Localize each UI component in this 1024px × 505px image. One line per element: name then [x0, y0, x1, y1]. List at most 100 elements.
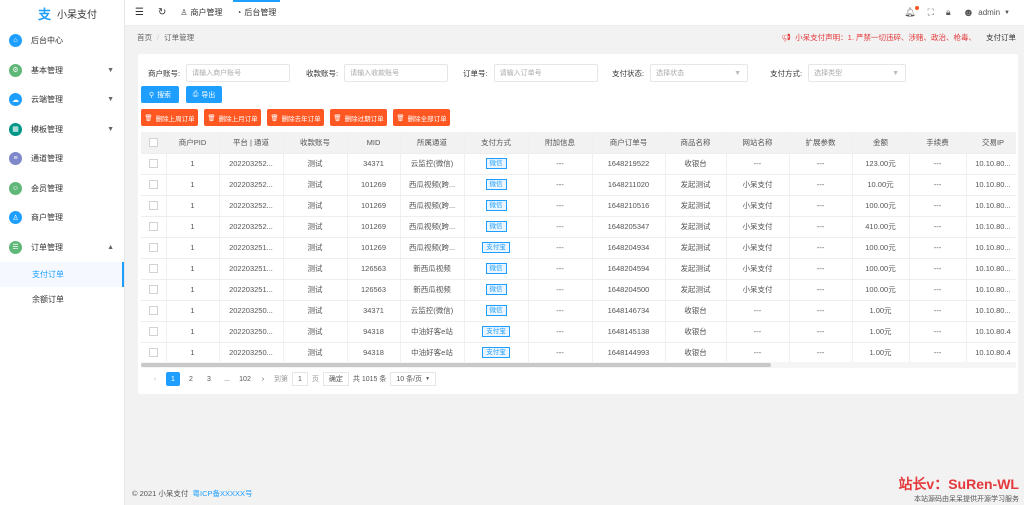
- column-header[interactable]: 支付方式: [464, 132, 529, 154]
- notice-pay-orders-link[interactable]: 支付订单: [986, 32, 1016, 43]
- table-row[interactable]: 1 202203250... 测试 34371 云监控(微信) 微信 --- 16481467…: [141, 300, 1016, 322]
- sidebar-item-template[interactable]: ▦ 模板管理 ▼: [0, 115, 124, 145]
- column-header[interactable]: 附加信息: [528, 132, 593, 154]
- user-menu[interactable]: ☻ admin ▼: [963, 7, 1010, 19]
- page-input[interactable]: 1: [292, 372, 308, 386]
- export-button[interactable]: ⎙ 导出: [186, 86, 222, 103]
- logo-icon: 支: [38, 6, 52, 22]
- page-last[interactable]: 102: [238, 372, 252, 386]
- receive-account-input[interactable]: 请输入收款账号: [344, 64, 449, 82]
- sidebar-item-member[interactable]: ☺ 会员管理: [0, 174, 124, 204]
- sidebar-item-cloud[interactable]: ☁ 云端管理 ▼: [0, 85, 124, 115]
- filter-order-number: 订单号: 请输入订单号: [463, 64, 598, 82]
- row-checkbox[interactable]: [148, 222, 158, 232]
- column-header[interactable]: 商品名称: [665, 132, 727, 154]
- table-row[interactable]: 1 202203251... 测试 101269 西瓜视频(跨... 支付宝 --- 1648…: [141, 237, 1016, 259]
- orders-table-wrapper: 商户PID 平台 | 通道 收款账号 MID 所属通道 支付方式 附加信息 商户订单号 商品名称…: [141, 132, 1016, 362]
- order-number-input[interactable]: 请输入订单号: [493, 64, 598, 82]
- delete-last-year-button[interactable]: 🗑︎ 删除去年订单: [267, 109, 324, 126]
- table-cell: ---: [909, 216, 967, 238]
- sidebar-item-label: 会员管理: [31, 183, 63, 193]
- pay-method-select[interactable]: 选择类型 ▼: [808, 64, 907, 82]
- row-checkbox[interactable]: [148, 285, 158, 295]
- table-row[interactable]: 1 202203252... 测试 101269 西瓜视频(跨... 微信 --- 16482…: [141, 174, 1016, 196]
- merchant-account-input[interactable]: 请输入商户账号: [186, 64, 291, 82]
- next-page-button[interactable]: ›: [256, 372, 270, 386]
- nav-admin-management[interactable]: ◔ 后台管理: [232, 0, 281, 26]
- logo[interactable]: 支 小呆支付: [0, 0, 124, 26]
- table-row[interactable]: 1 202203250... 测试 94318 中油好客e站 支付宝 --- 16481451…: [141, 321, 1016, 343]
- table-row[interactable]: 1 202203252... 测试 101269 西瓜视频(跨... 微信 --- 16482…: [141, 195, 1016, 217]
- table-cell: 西瓜视频(跨...: [400, 237, 465, 259]
- table-cell: ---: [789, 174, 853, 196]
- row-checkbox[interactable]: [148, 327, 158, 337]
- column-header[interactable]: 商户PID: [166, 132, 220, 154]
- icp-link[interactable]: 粤ICP备XXXXX号: [192, 489, 252, 498]
- column-header[interactable]: MID: [347, 132, 401, 154]
- pay-method-tag: 微信: [485, 284, 507, 295]
- column-header[interactable]: 网站名称: [726, 132, 790, 154]
- breadcrumb-home[interactable]: 首页: [137, 32, 152, 43]
- horizontal-scrollbar[interactable]: [141, 362, 1016, 368]
- column-header[interactable]: 平台 | 通道: [219, 132, 284, 154]
- column-header[interactable]: 手续费: [909, 132, 967, 154]
- sidebar-item-settings[interactable]: ⚙ 基本管理 ▼: [0, 56, 124, 86]
- pay-status-select[interactable]: 选择状态 ▼: [650, 64, 749, 82]
- select-all-checkbox[interactable]: [148, 138, 158, 147]
- table-cell: ---: [909, 195, 967, 217]
- table-row[interactable]: 1 202203252... 测试 101269 西瓜视频(跨... 微信 --- 16482…: [141, 216, 1016, 238]
- sidebar-item-home[interactable]: ⌂ 后台中心: [0, 26, 124, 56]
- fullscreen-icon[interactable]: ⛶: [928, 7, 934, 18]
- row-checkbox[interactable]: [148, 201, 158, 211]
- refresh-icon[interactable]: ↻: [158, 7, 166, 18]
- sidebar-item-order[interactable]: ☰ 订单管理 ▲: [0, 233, 124, 263]
- page-2[interactable]: 2: [184, 372, 198, 386]
- menu-toggle-icon[interactable]: ☰: [135, 7, 144, 18]
- column-header[interactable]: 收款账号: [283, 132, 348, 154]
- column-header[interactable]: 金额: [852, 132, 910, 154]
- table-cell: 发起测试: [665, 279, 727, 301]
- table-cell: ---: [528, 195, 593, 217]
- search-button[interactable]: ⚲ 搜索: [141, 86, 179, 103]
- sidebar-item-merchant[interactable]: ♙ 商户管理: [0, 203, 124, 233]
- notification-bell-icon[interactable]: 🔔︎: [904, 6, 920, 18]
- table-row[interactable]: 1 202203252... 测试 34371 云监控(微信) 微信 --- 16482195…: [141, 153, 1016, 175]
- delete-all-button[interactable]: 🗑︎ 删除全部订单: [393, 109, 450, 126]
- table-cell: 1648205347: [592, 216, 666, 238]
- sidebar: 支 小呆支付 ⌂ 后台中心 ⚙ 基本管理 ▼ ☁ 云端管理 ▼ ▦ 模板管理 ▼ ≡ 通道管理 ☺ 会员管理…: [0, 0, 125, 505]
- lock-icon[interactable]: 🔒︎: [946, 7, 951, 18]
- table-row[interactable]: 1 202203250... 测试 94318 中油好客e站 支付宝 --- 16481449…: [141, 342, 1016, 362]
- scrollbar-thumb[interactable]: [141, 363, 771, 367]
- page-size-select[interactable]: 10 条/页 ▼: [390, 372, 437, 386]
- goto-confirm-button[interactable]: 确定: [322, 372, 349, 386]
- sidebar-item-channel[interactable]: ≡ 通道管理: [0, 144, 124, 174]
- sidebar-subitem-balance-orders[interactable]: 余额订单: [0, 287, 124, 312]
- column-header[interactable]: 扩展参数: [789, 132, 853, 154]
- row-checkbox[interactable]: [148, 243, 158, 253]
- column-header[interactable]: 交易IP: [966, 132, 1016, 154]
- prev-page-button[interactable]: ‹: [148, 372, 162, 386]
- row-checkbox[interactable]: [148, 306, 158, 316]
- table-cell: 10.10.80...: [966, 174, 1016, 196]
- sidebar-subitem-pay-orders[interactable]: 支付订单: [0, 262, 124, 287]
- delete-last-week-button[interactable]: 🗑︎ 删除上周订单: [141, 109, 198, 126]
- row-checkbox[interactable]: [148, 264, 158, 274]
- row-checkbox[interactable]: [148, 159, 158, 169]
- page-3[interactable]: 3: [202, 372, 216, 386]
- table-row[interactable]: 1 202203251... 测试 126563 新西瓜视频 微信 --- 164820450…: [141, 279, 1016, 301]
- delete-expired-button[interactable]: 🗑︎ 删除过期订单: [330, 109, 387, 126]
- pay-method-tag: 微信: [485, 200, 507, 211]
- column-header[interactable]: 所属通道: [400, 132, 465, 154]
- delete-last-month-button[interactable]: 🗑︎ 删除上月订单: [204, 109, 261, 126]
- row-checkbox[interactable]: [148, 348, 158, 358]
- table-cell: 中油好客e站: [400, 321, 465, 343]
- settings-icon: ⚙: [9, 63, 22, 77]
- row-checkbox[interactable]: [148, 180, 158, 190]
- nav-merchant-management[interactable]: ♙ 商户管理: [180, 0, 222, 26]
- table-row[interactable]: 1 202203251... 测试 126563 新西瓜视频 微信 --- 164820459…: [141, 258, 1016, 280]
- table-cell: ---: [726, 342, 790, 362]
- table-cell: 1: [166, 216, 220, 238]
- page-1[interactable]: 1: [166, 372, 180, 386]
- column-header[interactable]: 商户订单号: [592, 132, 666, 154]
- page-ellipsis: ...: [224, 375, 230, 383]
